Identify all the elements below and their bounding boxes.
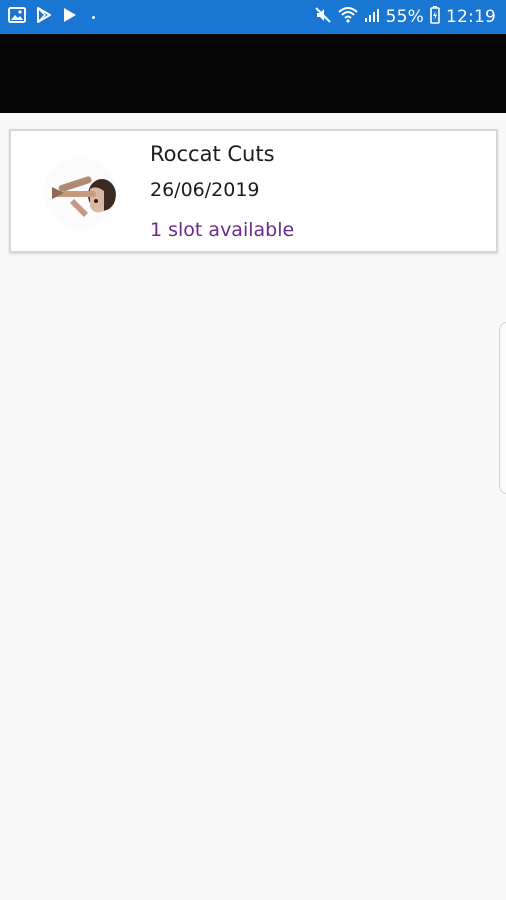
play-store-notification-icon xyxy=(62,7,78,27)
clock: 12:19 xyxy=(446,7,496,27)
list-item[interactable]: Roccat Cuts 26/06/2019 1 slot available xyxy=(9,129,498,253)
signal-icon xyxy=(364,7,380,27)
status-bar: 55% 12:19 xyxy=(0,0,506,34)
barber-avatar xyxy=(44,157,116,229)
battery-percent: 55% xyxy=(385,7,424,27)
app-bar xyxy=(0,34,506,113)
dot-icon xyxy=(92,15,95,19)
status-bar-system: 55% 12:19 xyxy=(314,6,496,28)
edge-panel-handle[interactable] xyxy=(499,322,506,494)
slot-availability: 1 slot available xyxy=(150,219,295,241)
gallery-notification-icon xyxy=(8,7,26,27)
mute-icon xyxy=(314,6,332,28)
appointment-date: 26/06/2019 xyxy=(150,179,260,201)
wifi-icon xyxy=(337,7,358,27)
status-bar-notifications xyxy=(8,7,95,27)
battery-icon xyxy=(430,6,440,28)
shop-name: Roccat Cuts xyxy=(150,142,275,166)
play-store-notification-icon xyxy=(36,7,52,27)
